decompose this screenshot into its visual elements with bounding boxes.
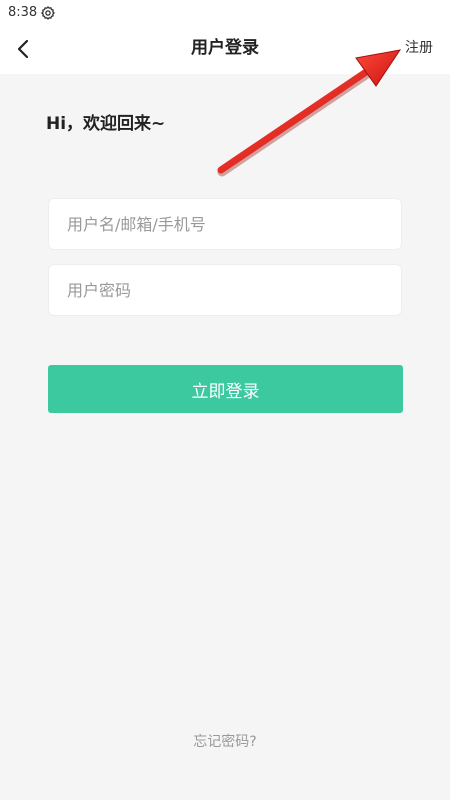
nav-bar: 用户登录 注册 [0,25,450,74]
status-time: 8:38 [8,5,38,20]
password-input[interactable] [49,265,401,315]
greeting-text: Hi，欢迎回来~ [46,114,166,134]
gear-icon [41,5,55,20]
register-link[interactable]: 注册 [405,39,433,57]
username-input[interactable] [49,199,401,249]
login-button[interactable]: 立即登录 [48,365,403,413]
username-field-container [48,198,402,250]
page-title: 用户登录 [191,38,259,58]
forgot-password-link[interactable]: 忘记密码? [0,733,450,751]
password-field-container [48,264,402,316]
status-bar: 8:38 [0,0,450,25]
